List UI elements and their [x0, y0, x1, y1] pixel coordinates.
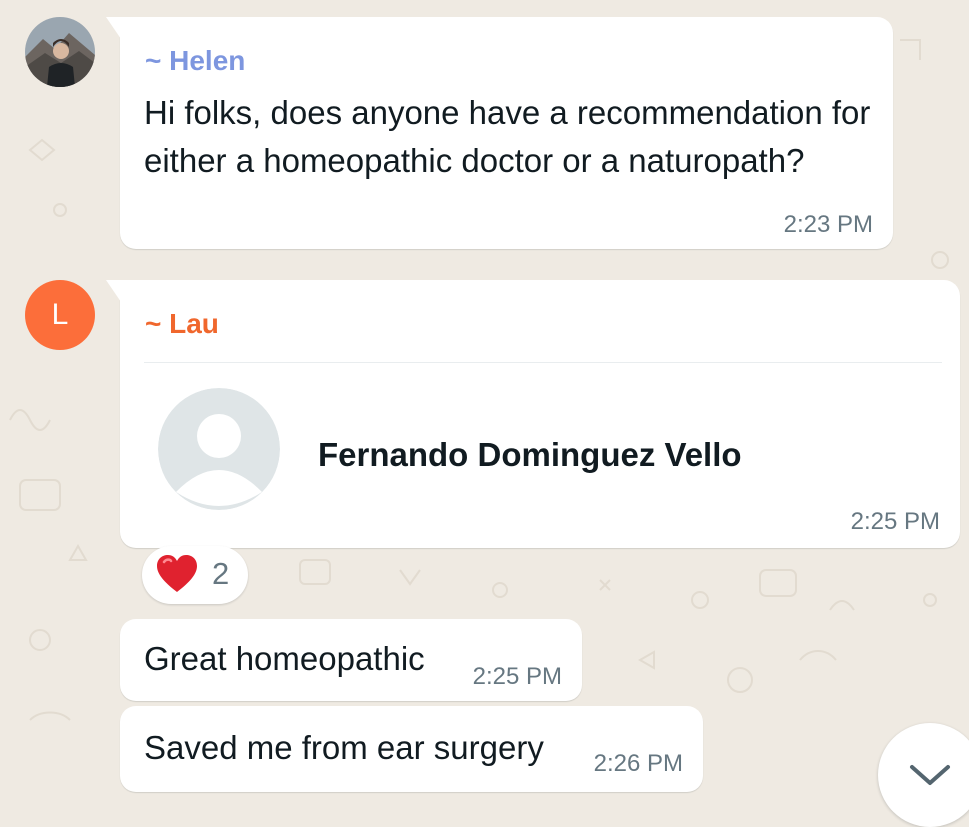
sender-name[interactable]: ~ Helen	[145, 45, 245, 77]
message-bubble-helen[interactable]: ~ Helen Hi folks, does anyone have a rec…	[106, 17, 893, 249]
sender-name[interactable]: ~ Lau	[145, 308, 219, 340]
helen-avatar[interactable]	[25, 17, 95, 87]
contact-card-divider	[144, 362, 942, 363]
message-text: Great homeopathic	[144, 640, 425, 677]
message-time: 2:23 PM	[783, 211, 873, 238]
message-text: Hi folks, does anyone have a recommendat…	[144, 94, 871, 179]
message-time: 2:25 PM	[850, 508, 940, 535]
message-bubble[interactable]: Saved me from ear surgery 2:26 PM	[120, 706, 703, 792]
heart-emoji-icon	[157, 555, 197, 592]
bubble-tail	[106, 280, 121, 302]
chevron-down-icon	[910, 765, 950, 785]
message-text: Saved me from ear surgery	[144, 729, 544, 766]
message-time: 2:26 PM	[593, 750, 683, 777]
avatar-initial: L	[51, 298, 69, 331]
message-bubble-lau-contact[interactable]: ~ Lau Fernando Dominguez Vello 2:25 PM	[106, 280, 960, 548]
reaction-count: 2	[212, 556, 230, 591]
default-contact-icon[interactable]	[158, 388, 280, 510]
reaction-badge[interactable]: 2	[142, 546, 248, 604]
message-time: 2:25 PM	[472, 663, 562, 690]
message-bubble[interactable]: Great homeopathic 2:25 PM	[120, 619, 582, 701]
bubble-tail	[106, 17, 121, 39]
scroll-to-bottom-button[interactable]	[878, 723, 969, 827]
contact-name[interactable]: Fernando Dominguez Vello	[318, 436, 742, 474]
profile-photo	[25, 17, 95, 87]
lau-avatar[interactable]: L	[25, 280, 95, 350]
